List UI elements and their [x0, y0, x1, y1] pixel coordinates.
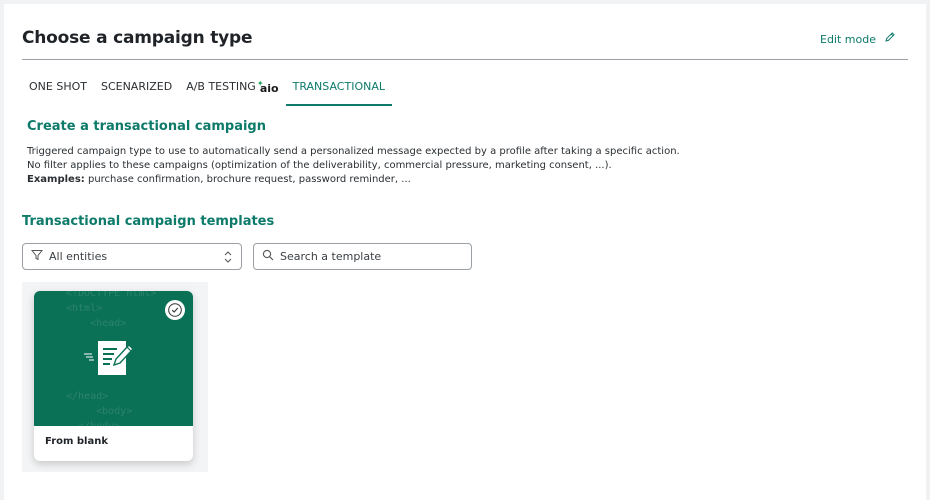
page-title: Choose a campaign type [22, 28, 253, 48]
filter-icon [30, 248, 44, 266]
tab-label: ONE SHOT [29, 80, 87, 93]
description-examples: Examples: purchase confirmation, brochur… [27, 173, 680, 187]
tab-scenarized[interactable]: SCENARIZED [94, 72, 179, 106]
templates-title: Transactional campaign templates [22, 214, 275, 229]
tab-ab-testing[interactable]: A/B TESTING ✦ aio [179, 72, 285, 106]
pencil-icon [884, 30, 896, 48]
tab-label: SCENARIZED [100, 80, 173, 93]
aio-badge: ✦ aio [256, 79, 279, 95]
campaign-type-tabs: ONE SHOT SCENARIZED A/B TESTING ✦ aio TRA… [22, 72, 392, 106]
sparkle-icon: ✦ [256, 79, 264, 88]
template-card-label: From blank [45, 436, 108, 447]
entity-filter-value: All entities [49, 250, 108, 263]
examples-label: Examples: [27, 174, 85, 185]
section-description: Triggered campaign type to use to automa… [27, 145, 680, 187]
search-input[interactable] [280, 250, 460, 263]
tab-label: TRANSACTIONAL [292, 80, 385, 93]
edit-mode-label: Edit mode [820, 32, 876, 46]
section-title: Create a transactional campaign [27, 119, 266, 134]
chevron-up-down-icon [223, 250, 233, 269]
tab-label: A/B TESTING [186, 80, 256, 93]
description-line-2: No filter applies to these campaigns (op… [27, 160, 612, 171]
tab-transactional[interactable]: TRANSACTIONAL [285, 72, 392, 106]
template-search [253, 243, 472, 270]
entity-filter-select[interactable]: All entities [22, 243, 242, 270]
template-card-from-blank[interactable]: <!DOCTYPE html> <html> <head> </head> <b… [34, 291, 193, 461]
edit-mode-button[interactable]: Edit mode [820, 30, 896, 48]
tab-one-shot[interactable]: ONE SHOT [22, 72, 94, 106]
code-background-decoration: </head> <body> </body> [66, 391, 133, 426]
code-background-decoration: <!DOCTYPE html> <html> <head> [66, 291, 157, 329]
selected-check-icon [165, 300, 185, 320]
template-card-preview: <!DOCTYPE html> <html> <head> </head> <b… [34, 291, 193, 426]
search-icon [262, 248, 274, 266]
header-divider [22, 59, 908, 60]
document-edit-icon [84, 335, 140, 386]
description-line-1: Triggered campaign type to use to automa… [27, 146, 680, 157]
examples-text: purchase confirmation, brochure request,… [87, 174, 411, 185]
